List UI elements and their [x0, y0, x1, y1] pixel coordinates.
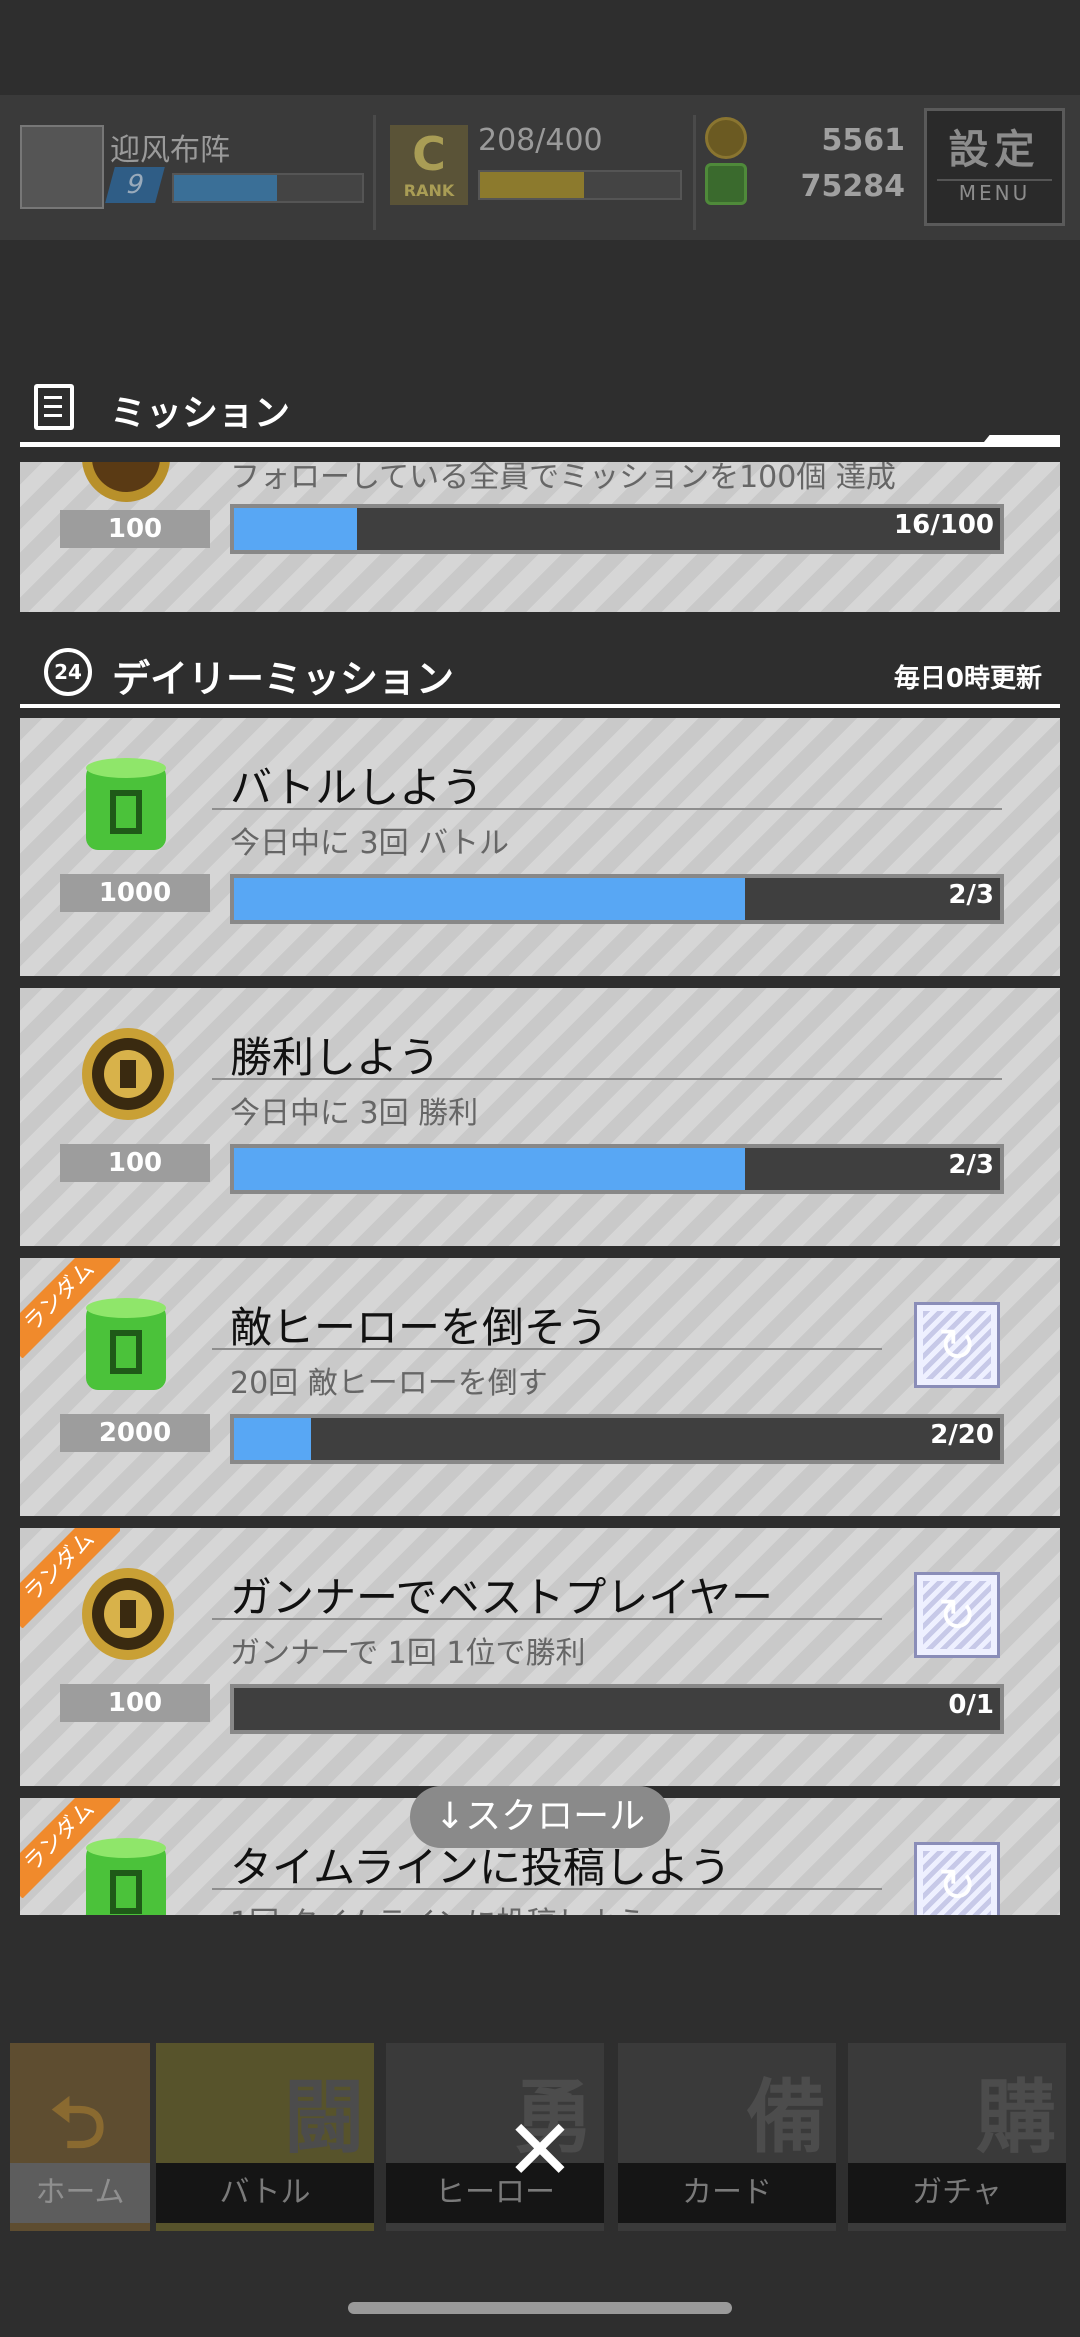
mission-progress-bar: 16/100	[230, 504, 1004, 554]
reward-amount: 100	[60, 510, 210, 548]
battle-icon: 闘	[284, 2071, 364, 2164]
mission-card[interactable]: ランダム 100 ガンナーでベストプレイヤー ガンナーで 1回 1位で勝利 0/…	[20, 1528, 1060, 1786]
progress-text: 16/100	[894, 510, 994, 540]
mission-title: バトルしよう	[230, 763, 484, 812]
coin-icon	[80, 1026, 174, 1120]
coin-icon	[80, 462, 172, 504]
mission-title: 勝利しよう	[230, 1033, 441, 1082]
mission-description: 20回 敵ヒーローを倒す	[230, 1366, 548, 1401]
title-underline	[212, 1888, 882, 1890]
scroll-hint-button[interactable]: ↓スクロール	[410, 1786, 670, 1848]
progress-text: 0/1	[948, 1690, 994, 1720]
reward-amount: 1000	[60, 874, 210, 912]
mission-description: 今日中に 3回 バトル	[230, 826, 510, 861]
progress-fill	[234, 508, 357, 550]
nav-label: ガチャ	[848, 2163, 1066, 2223]
nav-home[interactable]: ⮌ ホーム	[10, 2043, 150, 2231]
mission-card[interactable]: 100 勝利しよう 今日中に 3回 勝利 2/3	[20, 988, 1060, 1246]
mission-card[interactable]: ランダム 2000 敵ヒーローを倒そう 20回 敵ヒーローを倒す 2/20	[20, 1258, 1060, 1516]
close-icon[interactable]: ✕	[500, 2108, 580, 2192]
mission-title: 敵ヒーローを倒そう	[230, 1303, 609, 1352]
divider	[693, 115, 696, 230]
level-progress-bar	[172, 173, 364, 203]
mission-title: ガンナーでベストプレイヤー	[230, 1573, 774, 1622]
player-name: 迎风布阵	[110, 133, 230, 168]
mission-progress-bar: 0/1	[230, 1684, 1004, 1734]
nav-label: ホーム	[10, 2163, 150, 2223]
mission-description: ガンナーで 1回 1位で勝利	[230, 1636, 586, 1671]
home-indicator[interactable]	[348, 2302, 732, 2314]
mission-progress-bar: 2/3	[230, 874, 1004, 924]
mission-progress-bar: 2/3	[230, 1144, 1004, 1194]
daily-mission-header: 24 デイリーミッション 毎日0時更新	[20, 642, 1060, 708]
e-currency-count: 75284	[800, 169, 905, 204]
title-underline	[212, 1078, 1002, 1080]
title-underline	[212, 808, 1002, 810]
nav-label: バトル	[156, 2163, 374, 2223]
title-underline	[212, 1618, 882, 1620]
menu-button[interactable]: 設定 MENU	[924, 108, 1065, 226]
rank-value: 208/400	[478, 123, 603, 158]
daily-24-icon: 24	[44, 648, 92, 696]
player-avatar	[20, 125, 104, 209]
progress-fill	[234, 1148, 745, 1190]
reward-amount: 2000	[60, 1414, 210, 1452]
document-icon	[34, 384, 74, 430]
mission-list[interactable]: 100 フォローしている全員でミッションを100個 達成 16/100 24 デ…	[20, 462, 1060, 1915]
divider	[373, 115, 376, 230]
rank-progress-bar	[478, 170, 682, 200]
nav-label: カード	[618, 2163, 836, 2223]
mission-card: 100 フォローしている全員でミッションを100個 達成 16/100	[20, 462, 1060, 612]
gacha-icon: 購	[976, 2071, 1056, 2164]
rank-label: RANK	[403, 181, 455, 200]
card-icon: 備	[746, 2071, 826, 2164]
reward-amount: 100	[60, 1144, 210, 1182]
e-barrel-icon	[705, 163, 747, 205]
progress-text: 2/3	[948, 1150, 994, 1180]
menu-label: MENU	[937, 179, 1052, 205]
mission-section-header: ミッション	[20, 380, 1060, 447]
reroll-button[interactable]	[914, 1302, 1000, 1388]
b-coin-count: 5561	[821, 123, 906, 158]
top-status-bar: 迎风布阵 9 C RANK 208/400 5561 75284	[0, 95, 1080, 240]
progress-text: 2/20	[930, 1420, 994, 1450]
nav-card[interactable]: 備 カード	[618, 2043, 836, 2231]
mission-progress-bar: 2/20	[230, 1414, 1004, 1464]
mission-description: 今日中に 3回 勝利	[230, 1096, 479, 1131]
coin-icon	[80, 1566, 174, 1660]
progress-text: 2/3	[948, 880, 994, 910]
progress-fill	[234, 878, 745, 920]
menu-kanji: 設定	[948, 127, 1041, 173]
mission-card[interactable]: 1000 バトルしよう 今日中に 3回 バトル 2/3	[20, 718, 1060, 976]
barrel-icon	[80, 756, 172, 850]
reward-amount: 100	[60, 1684, 210, 1722]
rank-icon: C RANK	[390, 125, 468, 205]
nav-gacha[interactable]: 購 ガチャ	[848, 2043, 1066, 2231]
header-corner-decoration	[980, 435, 1060, 447]
reroll-button[interactable]	[914, 1572, 1000, 1658]
reroll-button[interactable]	[914, 1842, 1000, 1915]
barrel-icon	[80, 1836, 172, 1915]
daily-title: デイリーミッション	[112, 657, 455, 701]
daily-refresh-note: 毎日0時更新	[893, 664, 1042, 694]
mission-description: フォローしている全員でミッションを100個 達成	[230, 462, 896, 495]
barrel-icon	[80, 1296, 172, 1390]
progress-fill	[234, 1418, 311, 1460]
title-underline	[212, 1348, 882, 1350]
mission-description: 1回 タイムラインに投稿しよう	[230, 1898, 647, 1915]
b-coin-icon	[705, 117, 747, 159]
section-title: ミッション	[110, 393, 291, 434]
level-badge: 9	[105, 167, 165, 203]
nav-battle[interactable]: 闘 バトル	[156, 2043, 374, 2231]
